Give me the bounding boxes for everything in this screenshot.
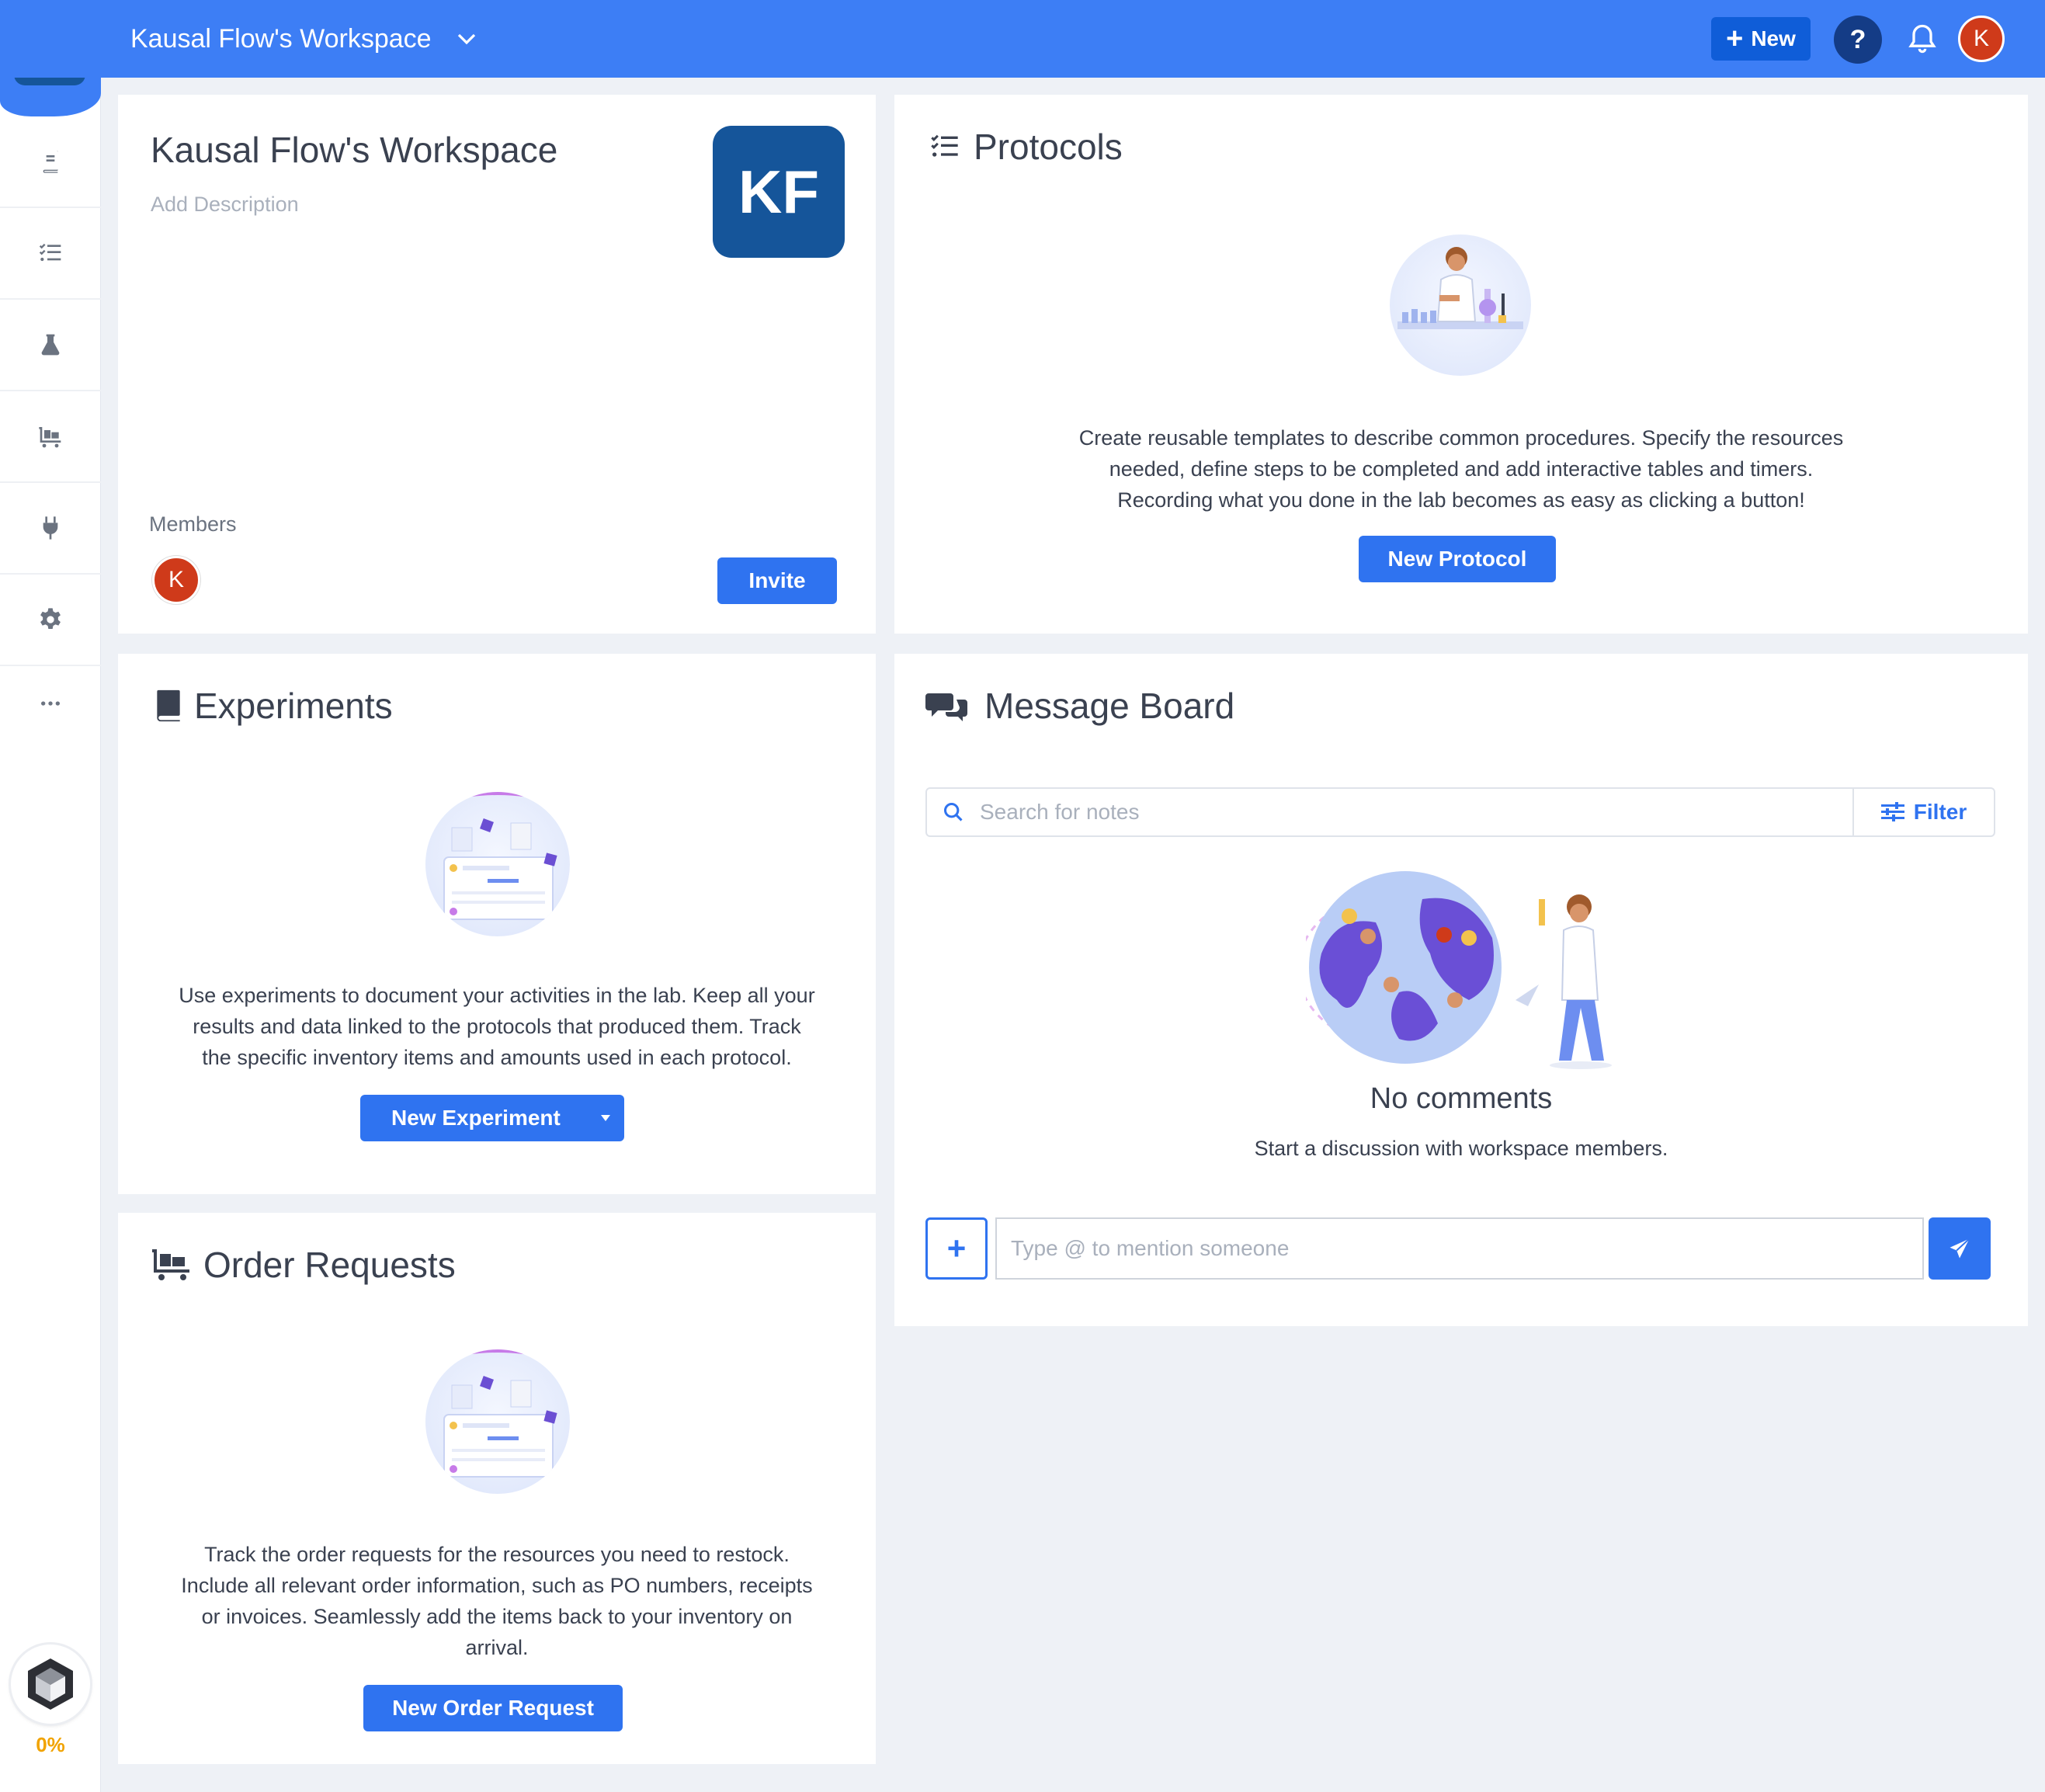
order-requests-card: Order Requests Track the order requests … — [118, 1213, 876, 1764]
more-icon — [41, 701, 60, 706]
protocols-title: Protocols — [974, 127, 1123, 167]
globe-image — [1297, 871, 1612, 1069]
order-requests-header: Order Requests — [149, 1244, 456, 1286]
sidebar-item-more[interactable] — [0, 666, 101, 741]
new-experiment-label: New Experiment — [391, 1106, 561, 1130]
protocols-description-line: Create reusable templates to describe co… — [1078, 426, 1844, 450]
sidebar-item-experiments[interactable] — [0, 116, 101, 208]
protocols-illustration — [1390, 234, 1531, 376]
order-requests-description-line: or invoices. Seamlessly add the items ba… — [201, 1605, 793, 1628]
order-requests-illustration — [425, 1349, 570, 1494]
experiments-description: Use experiments to document your activit… — [118, 980, 876, 1073]
cart-icon — [39, 427, 61, 448]
attach-button[interactable]: + — [925, 1217, 988, 1280]
chevron-down-icon — [457, 33, 475, 45]
notes-search[interactable] — [925, 787, 1854, 837]
experiments-title: Experiments — [194, 686, 393, 726]
plug-icon — [43, 516, 58, 540]
send-icon — [1950, 1238, 1970, 1259]
order-requests-description-line: Include all relevant order information, … — [181, 1574, 813, 1597]
workspace-switcher[interactable]: Kausal Flow's Workspace — [130, 20, 478, 57]
notifications-button[interactable] — [1905, 22, 1939, 56]
experiments-header: Experiments — [154, 685, 393, 727]
flask-icon — [41, 334, 60, 356]
sidebar-item-protocols[interactable] — [0, 208, 101, 300]
protocols-card: Protocols Create reusable templates to d… — [894, 95, 2028, 634]
new-order-request-button[interactable]: New Order Request — [363, 1685, 623, 1731]
protocols-header: Protocols — [927, 126, 1123, 168]
workspace-name: Kausal Flow's Workspace — [130, 23, 432, 54]
protocols-description: Create reusable templates to describe co… — [894, 422, 2028, 516]
sidebar-item-inventory[interactable] — [0, 300, 101, 391]
filter-button[interactable]: Filter — [1852, 787, 1995, 837]
protocols-description-line: needed, define steps to be completed and… — [1109, 457, 1814, 481]
message-composer[interactable] — [995, 1217, 1924, 1280]
sidebar-item-integrations[interactable] — [0, 483, 101, 575]
no-comments-illustration — [1297, 868, 1632, 1070]
experiments-description-line: Use experiments to document your activit… — [179, 984, 815, 1007]
message-board-header: Message Board — [925, 685, 1234, 727]
bell-icon — [1908, 24, 1936, 54]
top-bar: Kausal Flow's Workspace + New ? K — [0, 0, 2045, 78]
new-button-label: New — [1751, 26, 1796, 50]
members-label: Members — [149, 512, 237, 536]
sidebar-item-order-requests[interactable] — [0, 391, 101, 483]
message-input[interactable] — [1011, 1236, 1911, 1261]
onboarding-progress[interactable] — [11, 1644, 90, 1724]
book-icon — [43, 151, 58, 173]
experiments-description-line: the specific inventory items and amounts… — [202, 1046, 792, 1069]
sidebar: KF 0% — [0, 0, 101, 1792]
plus-icon: + — [946, 1230, 967, 1266]
sliders-icon — [1880, 802, 1904, 821]
cart-icon — [152, 1249, 189, 1280]
cube-icon — [28, 1658, 73, 1710]
invite-button[interactable]: Invite — [717, 557, 837, 604]
member-avatar[interactable]: K — [152, 556, 200, 604]
dashboard-image — [439, 792, 557, 920]
message-board-title: Message Board — [984, 686, 1235, 726]
experiments-illustration — [425, 792, 570, 936]
help-button[interactable]: ? — [1834, 16, 1882, 64]
experiments-description-line: results and data linked to the protocols… — [193, 1015, 801, 1038]
order-requests-description-line: Track the order requests for the resourc… — [204, 1543, 790, 1566]
order-requests-description: Track the order requests for the resourc… — [118, 1539, 876, 1663]
no-comments-subtitle: Start a discussion with workspace member… — [1254, 1137, 1668, 1160]
send-button[interactable] — [1929, 1217, 1991, 1280]
dashboard-image — [439, 1349, 557, 1478]
gear-icon — [40, 608, 61, 629]
user-avatar[interactable]: K — [1958, 16, 2005, 62]
experiments-card: Experiments Use experiments to document … — [118, 654, 876, 1194]
new-button[interactable]: + New — [1711, 17, 1811, 61]
search-input[interactable] — [980, 800, 1834, 825]
comments-icon — [925, 693, 967, 721]
add-description[interactable]: Add Description — [151, 193, 299, 217]
workspace-logo-large[interactable]: KF — [713, 126, 845, 258]
book-icon — [157, 689, 180, 722]
plus-icon: + — [1726, 23, 1744, 55]
protocols-description-line: Recording what you done in the lab becom… — [1117, 488, 1805, 512]
workspace-card: Kausal Flow's Workspace Add Description … — [118, 95, 876, 634]
order-requests-title: Order Requests — [203, 1245, 456, 1285]
progress-percent: 0% — [36, 1733, 65, 1756]
sidebar-item-settings[interactable] — [0, 575, 101, 666]
checklist-icon — [931, 134, 958, 157]
workspace-title: Kausal Flow's Workspace — [151, 130, 558, 170]
order-requests-description-line: arrival. — [465, 1636, 529, 1659]
caret-down-icon[interactable] — [599, 1113, 612, 1123]
new-experiment-button[interactable]: New Experiment — [360, 1095, 624, 1141]
checklist-icon — [39, 243, 61, 262]
filter-label: Filter — [1913, 800, 1967, 824]
search-icon — [943, 802, 963, 821]
no-comments-title: No comments — [1370, 1082, 1553, 1115]
new-protocol-button[interactable]: New Protocol — [1359, 536, 1556, 582]
scientist-image — [1397, 247, 1523, 329]
